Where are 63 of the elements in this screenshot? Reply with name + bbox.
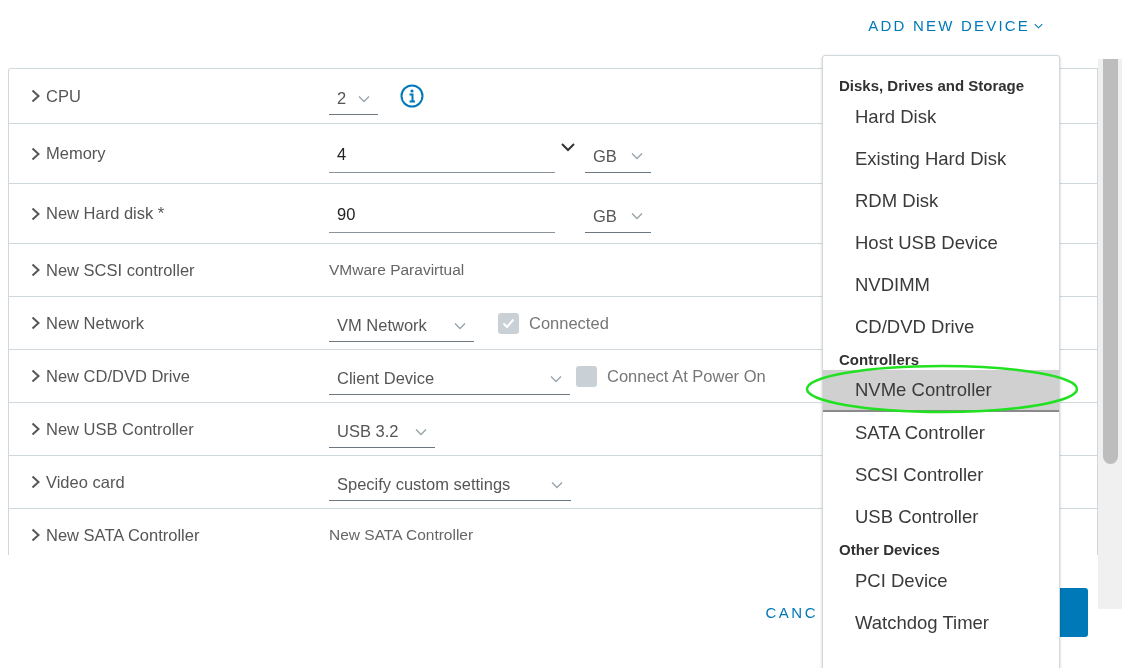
row-label: New Network [46, 313, 145, 333]
number-field[interactable]: 4 [329, 140, 555, 173]
caret-icon [550, 374, 562, 383]
menu-item[interactable]: RDM Disk [823, 180, 1059, 222]
chevron-right-icon[interactable] [31, 369, 40, 383]
row-label: Memory [46, 144, 106, 163]
dropdown[interactable]: Client Device [329, 363, 570, 395]
scrollbar[interactable] [1098, 59, 1122, 609]
menu-item[interactable]: Hard Disk [823, 96, 1059, 138]
menu-item[interactable]: PCI Device [823, 560, 1059, 602]
info-icon[interactable] [400, 84, 424, 108]
menu-item[interactable]: Host USB Device [823, 222, 1059, 264]
chevron-right-icon[interactable] [31, 263, 40, 277]
caret-icon [1034, 22, 1043, 29]
chevron-right-icon[interactable] [31, 316, 40, 330]
menu-item[interactable]: SATA Controller [823, 412, 1059, 454]
dropdown[interactable]: VM Network [329, 310, 474, 342]
scrollbar-thumb[interactable] [1102, 59, 1118, 464]
number-field[interactable]: 90 [329, 200, 555, 233]
dropdown[interactable]: 2 [329, 83, 378, 115]
menu-item[interactable]: NVMe Controller [823, 370, 1059, 412]
row-label: New SATA Controller [46, 525, 200, 545]
checkbox[interactable] [576, 365, 597, 387]
cancel-button[interactable]: CANC [765, 604, 818, 621]
row-label: Video card [46, 472, 125, 492]
menu-item[interactable]: Existing Hard Disk [823, 138, 1059, 180]
menu-item[interactable]: SCSI Controller [823, 454, 1059, 496]
row-label: New CD/DVD Drive [46, 366, 190, 386]
chevron-right-icon[interactable] [31, 475, 40, 489]
caret-icon [358, 94, 370, 103]
checkbox[interactable] [498, 312, 519, 334]
check-icon [502, 317, 515, 329]
menu-header: Controllers [838, 349, 920, 370]
menu-header: Disks, Drives and Storage [838, 75, 1026, 96]
menu-item[interactable]: USB Controller [823, 496, 1059, 538]
caret-icon [415, 427, 427, 436]
menu-item[interactable]: NVDIMM [823, 264, 1059, 306]
add-new-device-button[interactable]: ADD NEW DEVICE [868, 17, 1043, 34]
caret-icon [454, 321, 466, 330]
caret-icon[interactable] [561, 141, 575, 152]
caret-icon [631, 152, 643, 160]
value-text: New SATA Controller [329, 526, 474, 544]
caret-icon [631, 212, 643, 220]
menu-item[interactable]: CD/DVD Drive [823, 306, 1059, 348]
unit-dropdown[interactable]: GB [585, 140, 651, 173]
menu-header: Other Devices [838, 539, 941, 560]
chevron-right-icon[interactable] [31, 89, 40, 103]
row-label: CPU [46, 86, 81, 106]
caret-icon [551, 480, 563, 489]
chevron-right-icon[interactable] [31, 206, 40, 221]
checkbox-label: Connected [529, 313, 609, 333]
chevron-right-icon[interactable] [31, 146, 40, 161]
chevron-right-icon[interactable] [31, 528, 40, 542]
unit-dropdown[interactable]: GB [585, 200, 651, 233]
row-label: New USB Controller [46, 419, 194, 439]
chevron-right-icon[interactable] [31, 422, 40, 436]
menu-item[interactable]: Watchdog Timer [823, 602, 1059, 644]
value-text: VMware Paravirtual [329, 261, 465, 279]
dropdown[interactable]: USB 3.2 [329, 416, 435, 448]
row-label: New SCSI controller [46, 260, 195, 280]
checkbox-label: Connect At Power On [607, 366, 766, 386]
row-label: New Hard disk * [46, 204, 165, 223]
dropdown[interactable]: Specify custom settings [329, 469, 571, 501]
